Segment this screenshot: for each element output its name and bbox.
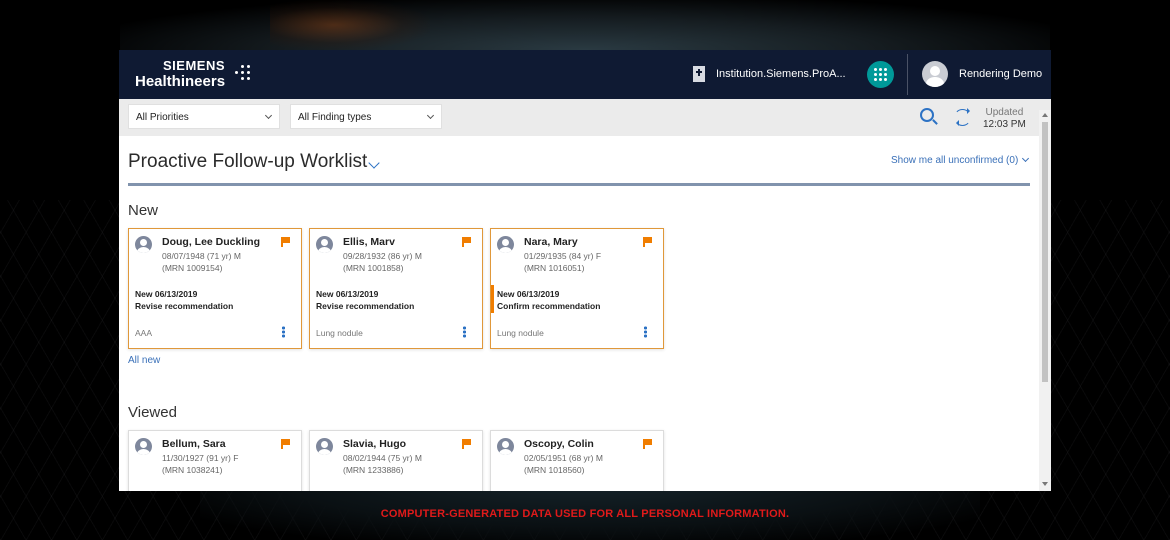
priority-filter-value: All Priorities <box>136 112 189 123</box>
patient-avatar-icon <box>497 236 514 253</box>
patient-card[interactable]: Nara, Mary 01/29/1935 (84 yr) F (MRN 101… <box>490 228 664 349</box>
patient-dob: 01/29/1935 (84 yr) F <box>524 251 602 261</box>
selected-indicator <box>491 285 494 313</box>
patient-name: Ellis, Marv <box>343 236 395 248</box>
card-task: Confirm recommendation <box>497 301 601 311</box>
app-window: SIEMENS Healthineers Institution.Siemens… <box>119 50 1051 491</box>
patient-avatar-icon <box>316 438 333 455</box>
institution-selector[interactable]: Institution.Siemens.ProA... <box>693 66 846 82</box>
patient-name: Doug, Lee Duckling <box>162 236 261 248</box>
finding-type: AAA <box>135 328 153 338</box>
patient-dob: 11/30/1927 (91 yr) F <box>162 453 239 463</box>
all-new-link[interactable]: All new <box>128 355 160 366</box>
patient-name: Nara, Mary <box>524 236 578 248</box>
institution-label: Institution.Siemens.ProA... <box>716 68 846 80</box>
vertical-scrollbar[interactable] <box>1039 110 1051 491</box>
patient-avatar-icon <box>135 438 152 455</box>
patient-dob: 09/28/1932 (86 yr) M <box>343 251 422 261</box>
header-divider <box>907 54 908 95</box>
patient-dob: 08/02/1944 (75 yr) M <box>343 453 422 463</box>
chevron-down-icon[interactable] <box>368 157 380 169</box>
logo-healthineers-text: Healthineers <box>135 73 226 90</box>
section-viewed-heading: Viewed <box>128 404 177 421</box>
more-options-icon[interactable] <box>644 326 647 338</box>
updated-label: Updated <box>985 107 1024 118</box>
finding-filter-value: All Finding types <box>298 112 372 123</box>
logo-dots-icon <box>233 62 253 86</box>
filter-toolbar: All Priorities All Finding types Updated… <box>119 99 1051 136</box>
patient-card[interactable]: Oscopy, Colin 02/05/1951 (68 yr) M (MRN … <box>490 430 664 491</box>
show-unconfirmed-toggle[interactable]: Show me all unconfirmed (0) <box>891 154 1030 166</box>
page-title: Proactive Follow-up Worklist <box>128 151 368 172</box>
patient-mrn: (MRN 1018560) <box>524 465 585 475</box>
section-new-heading: New <box>128 202 159 219</box>
patient-avatar-icon <box>497 438 514 455</box>
user-avatar[interactable] <box>922 61 948 87</box>
chevron-down-icon <box>1022 154 1030 163</box>
patient-mrn: (MRN 1009154) <box>162 263 223 273</box>
patient-card[interactable]: Slavia, Hugo 08/02/1944 (75 yr) M (MRN 1… <box>309 430 483 491</box>
app-header: SIEMENS Healthineers Institution.Siemens… <box>119 50 1051 99</box>
card-task: Revise recommendation <box>135 301 234 311</box>
card-task: Revise recommendation <box>316 301 415 311</box>
scroll-up-arrow[interactable] <box>1042 113 1048 117</box>
title-divider <box>128 183 1030 186</box>
flag-icon <box>462 439 471 449</box>
priority-filter-select[interactable]: All Priorities <box>128 104 280 129</box>
siemens-healthineers-logo: SIEMENS Healthineers <box>135 58 250 90</box>
hospital-icon <box>693 66 705 82</box>
finding-type: Lung nodule <box>497 328 544 338</box>
patient-card[interactable]: Bellum, Sara 11/30/1927 (91 yr) F (MRN 1… <box>128 430 302 491</box>
card-status: New 06/13/2019 <box>135 289 198 299</box>
flag-icon <box>281 237 290 247</box>
last-updated: Updated 12:03 PM <box>983 107 1026 130</box>
patient-avatar-icon <box>135 236 152 253</box>
finding-type-filter-select[interactable]: All Finding types <box>290 104 442 129</box>
flag-icon <box>643 439 652 449</box>
patient-card[interactable]: Ellis, Marv 09/28/1932 (86 yr) M (MRN 10… <box>309 228 483 349</box>
chevron-down-icon <box>426 111 435 120</box>
patient-dob: 02/05/1951 (68 yr) M <box>524 453 603 463</box>
background-decoration <box>270 0 430 50</box>
finding-type: Lung nodule <box>316 328 363 338</box>
patient-mrn: (MRN 1038241) <box>162 465 223 475</box>
patient-dob: 08/07/1948 (71 yr) M <box>162 251 241 261</box>
scroll-down-arrow[interactable] <box>1042 482 1048 486</box>
patient-card[interactable]: Doug, Lee Duckling 08/07/1948 (71 yr) M … <box>128 228 302 349</box>
patient-name: Oscopy, Colin <box>524 438 594 450</box>
refresh-icon[interactable] <box>954 108 971 126</box>
apps-launcher-button[interactable] <box>867 61 894 88</box>
patient-avatar-icon <box>316 236 333 253</box>
patient-mrn: (MRN 1233886) <box>343 465 404 475</box>
flag-icon <box>281 439 290 449</box>
more-options-icon[interactable] <box>282 326 285 338</box>
logo-siemens-text: SIEMENS <box>163 58 226 73</box>
disclaimer-text: COMPUTER-GENERATED DATA USED FOR ALL PER… <box>380 508 790 520</box>
scroll-thumb[interactable] <box>1042 122 1048 382</box>
flag-icon <box>462 237 471 247</box>
chevron-down-icon <box>264 111 273 120</box>
patient-name: Slavia, Hugo <box>343 438 407 450</box>
card-status: New 06/13/2019 <box>316 289 379 299</box>
more-options-icon[interactable] <box>463 326 466 338</box>
card-status: New 06/13/2019 <box>497 289 560 299</box>
show-unconfirmed-label: Show me all unconfirmed (0) <box>891 155 1019 166</box>
user-name[interactable]: Rendering Demo <box>959 68 1042 80</box>
patient-mrn: (MRN 1016051) <box>524 263 585 273</box>
patient-name: Bellum, Sara <box>162 438 226 450</box>
patient-mrn: (MRN 1001858) <box>343 263 404 273</box>
search-icon[interactable] <box>920 108 934 122</box>
background-top <box>120 0 1050 50</box>
flag-icon <box>643 237 652 247</box>
updated-time: 12:03 PM <box>983 119 1026 130</box>
